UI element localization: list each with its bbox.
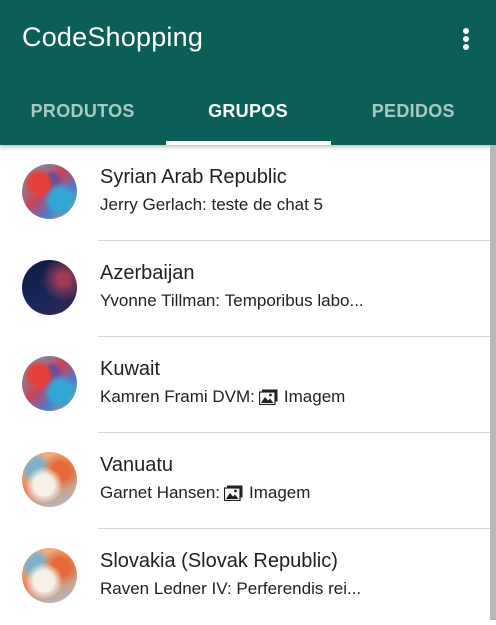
message-text: teste de chat 5 [211, 195, 324, 214]
message-sender: Garnet Hansen: [100, 483, 221, 502]
group-name: Kuwait [100, 358, 161, 380]
last-message: Garnet Hansen: Imagem [100, 483, 310, 503]
scrollbar[interactable] [490, 145, 496, 620]
tab-bar: PRODUTOS GRUPOS PEDIDOS [0, 88, 496, 145]
tab-grupos[interactable]: GRUPOS [165, 88, 330, 145]
group-list-item[interactable]: Vanuatu Garnet Hansen: Imagem [0, 433, 490, 529]
last-message: Yvonne Tillman: Temporibus labo... [100, 291, 364, 311]
message-text: Imagem [249, 483, 311, 502]
app-title: CodeShopping [22, 22, 204, 52]
group-list-item[interactable]: Syrian Arab Republic Jerry Gerlach: test… [0, 145, 490, 241]
group-list-item[interactable]: Slovakia (Slovak Republic) Raven Ledner … [0, 529, 490, 625]
group-avatar [22, 356, 77, 411]
more-options-button[interactable] [452, 24, 480, 54]
group-name: Syrian Arab Republic [100, 166, 287, 188]
last-message: Raven Ledner IV: Perferendis rei... [100, 579, 361, 599]
app-bar: CodeShopping PRODUTOS GRUPOS PEDIDOS [0, 0, 496, 145]
last-message: Jerry Gerlach: teste de chat 5 [100, 195, 323, 215]
group-name: Slovakia (Slovak Republic) [100, 550, 338, 572]
group-list-item[interactable]: Kuwait Kamren Frami DVM: Imagem [0, 337, 490, 433]
group-list-item[interactable]: Azerbaijan Yvonne Tillman: Temporibus la… [0, 241, 490, 337]
message-sender: Yvonne Tillman: [100, 291, 221, 310]
message-sender: Kamren Frami DVM: [100, 387, 255, 406]
group-avatar [22, 164, 77, 219]
tab-produtos[interactable]: PRODUTOS [0, 88, 165, 145]
message-text: Perferendis rei... [236, 579, 362, 598]
tab-pedidos[interactable]: PEDIDOS [331, 88, 496, 145]
group-list: Syrian Arab Republic Jerry Gerlach: test… [0, 145, 490, 625]
group-name: Azerbaijan [100, 262, 195, 284]
image-icon [258, 389, 278, 405]
last-message: Kamren Frami DVM: Imagem [100, 387, 345, 407]
message-sender: Jerry Gerlach: [100, 195, 207, 214]
message-text: Temporibus labo... [224, 291, 364, 310]
message-sender: Raven Ledner IV: [100, 579, 232, 598]
more-vert-icon [463, 28, 469, 34]
group-avatar [22, 548, 77, 603]
message-text: Imagem [283, 387, 346, 406]
group-avatar [22, 452, 77, 507]
group-avatar [22, 260, 77, 315]
image-icon [224, 485, 243, 501]
group-name: Vanuatu [100, 454, 174, 476]
